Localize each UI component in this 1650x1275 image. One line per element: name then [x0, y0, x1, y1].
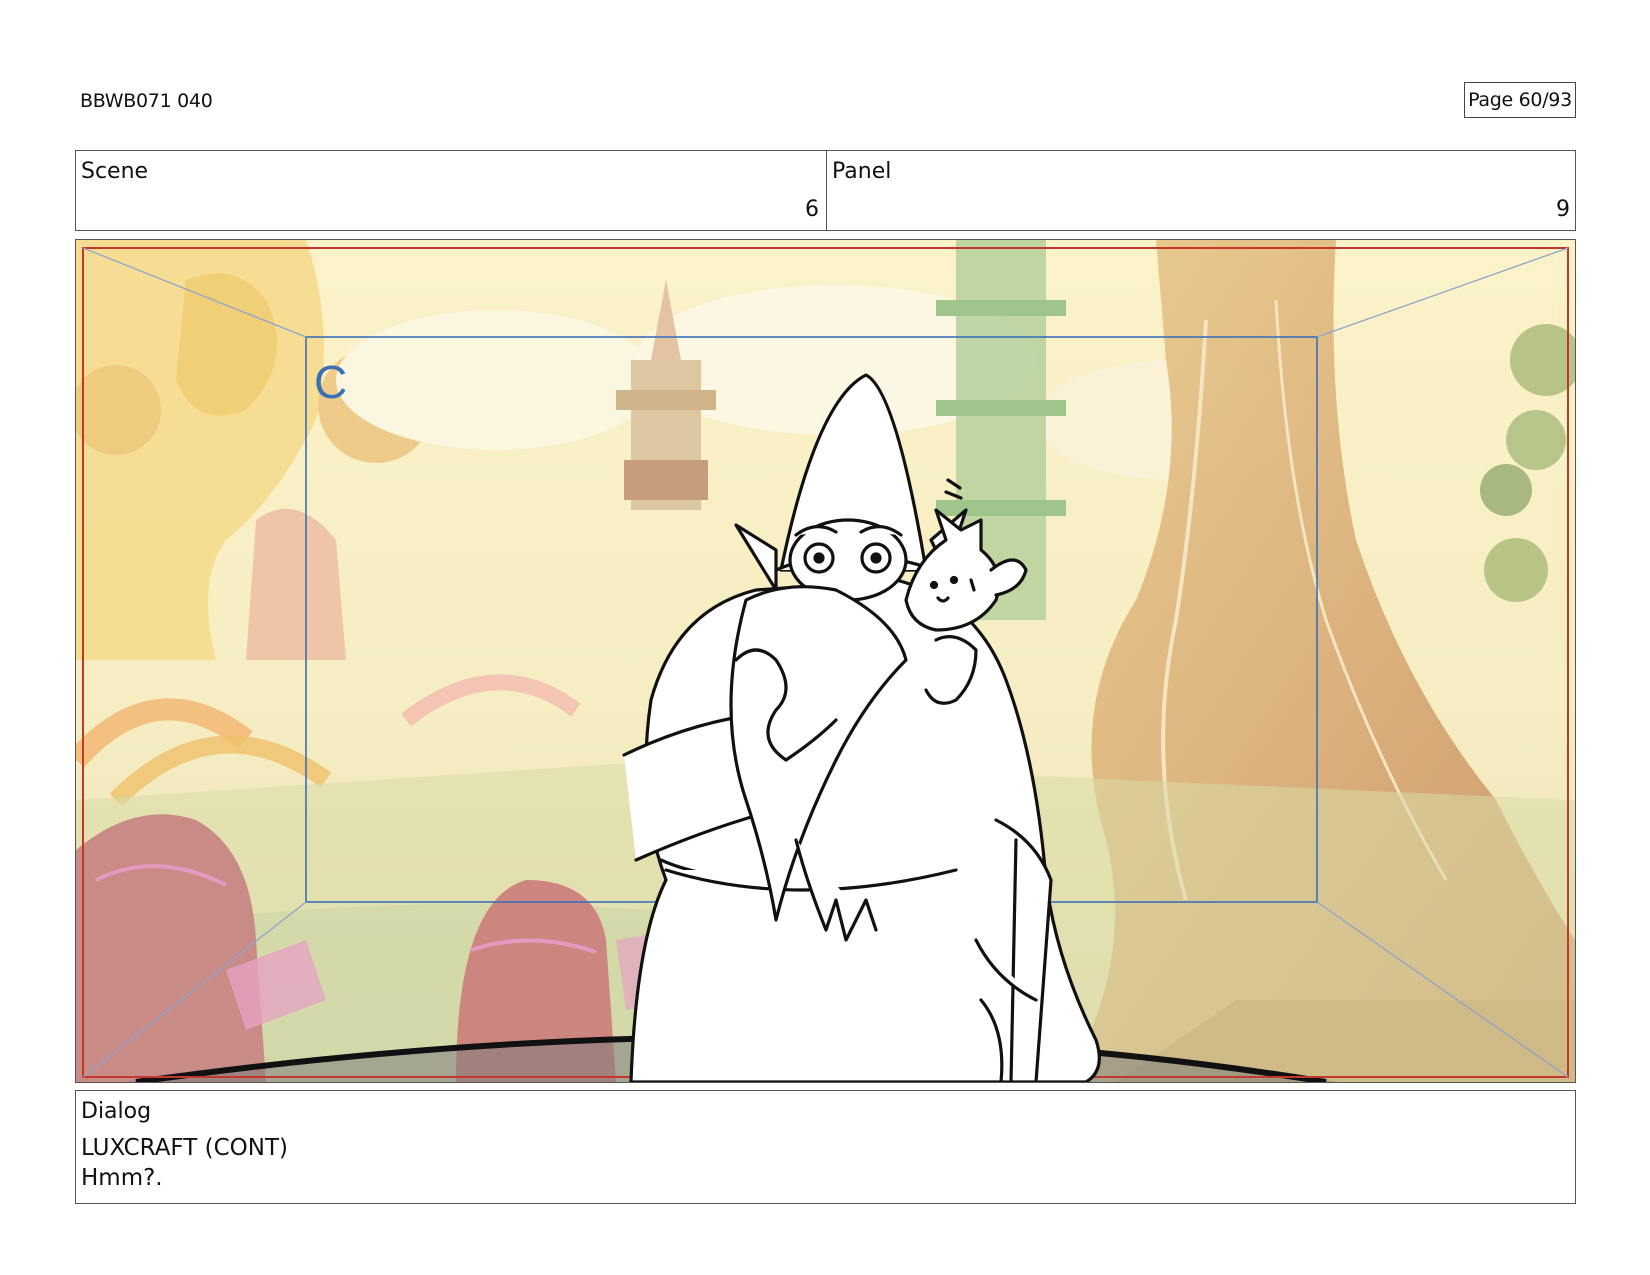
dialog-label: Dialog — [81, 1099, 152, 1124]
scene-panel-row: Scene 6 Panel 9 — [75, 150, 1576, 231]
panel-cell: Panel 9 — [827, 151, 1577, 230]
panel-label: Panel — [832, 159, 892, 184]
scene-label: Scene — [81, 159, 149, 184]
scene-number: 6 — [805, 197, 819, 222]
page-number: Page 60/93 — [1464, 82, 1576, 118]
storyboard-artwork: C — [76, 240, 1575, 1082]
dialog-box: Dialog LUXCRAFT (CONT) Hmm?. — [75, 1090, 1576, 1204]
dialog-line: Hmm?. — [81, 1165, 163, 1191]
document-id: BBWB071 040 — [80, 90, 213, 112]
storyboard-frame: C — [75, 239, 1576, 1083]
panel-number: 9 — [1556, 197, 1570, 222]
camera-field-label: C — [314, 356, 347, 408]
dialog-speaker: LUXCRAFT (CONT) — [81, 1135, 288, 1161]
scene-cell: Scene 6 — [76, 151, 827, 230]
